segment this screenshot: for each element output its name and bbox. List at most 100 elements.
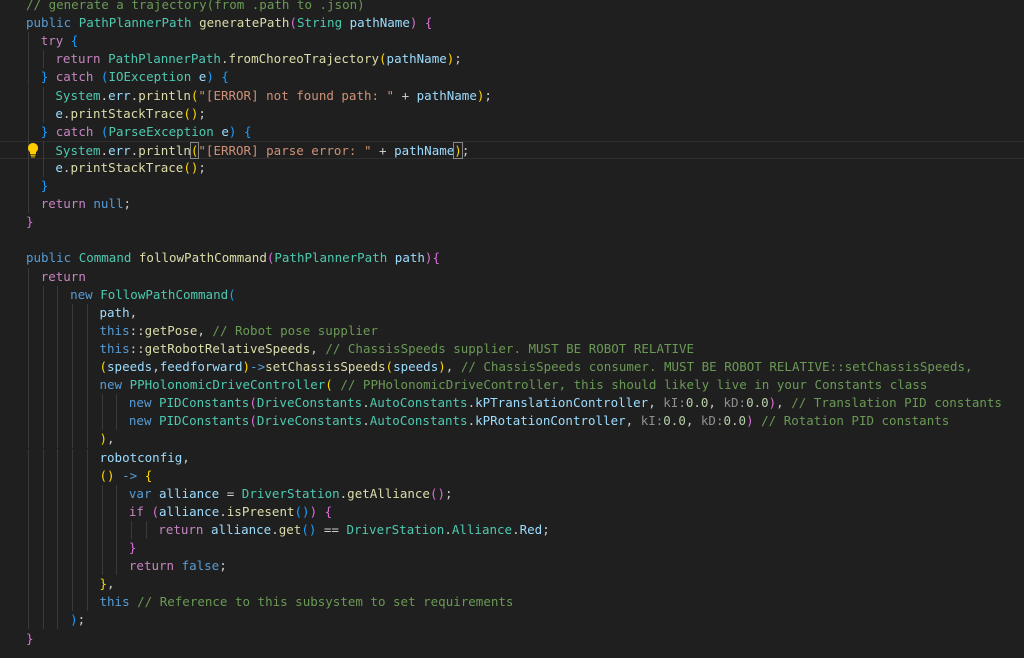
code-token: ) bbox=[70, 612, 78, 628]
indent-guide bbox=[116, 412, 118, 431]
code-line[interactable] bbox=[0, 231, 1024, 249]
code-token: catch bbox=[55, 69, 94, 85]
indent-guide bbox=[72, 430, 74, 449]
code-token: { bbox=[243, 123, 252, 139]
code-token: DriverStation bbox=[241, 485, 340, 501]
code-token: FollowPathCommand bbox=[100, 286, 229, 302]
code-line[interactable]: (speeds,feedforward)->setChassisSpeeds(s… bbox=[0, 358, 1024, 376]
code-line[interactable]: // generate a trajectory(from .path to .… bbox=[0, 0, 1024, 14]
code-token: + bbox=[371, 142, 395, 158]
code-line[interactable]: } bbox=[0, 177, 1024, 195]
code-line[interactable]: ); bbox=[0, 611, 1024, 629]
code-line[interactable]: return null; bbox=[0, 195, 1024, 213]
indent-guide bbox=[101, 539, 103, 558]
code-token: return bbox=[40, 196, 86, 212]
code-token: , bbox=[182, 449, 190, 465]
code-line[interactable]: this::getRobotRelativeSpeeds, // Chassis… bbox=[0, 340, 1024, 358]
indent-guide bbox=[28, 195, 29, 214]
lightbulb-icon[interactable] bbox=[26, 142, 40, 158]
code-token: ; bbox=[198, 105, 206, 121]
code-token: getPose bbox=[144, 322, 198, 338]
code-token: } bbox=[99, 576, 108, 592]
code-token: catch bbox=[55, 123, 94, 139]
code-line[interactable]: path, bbox=[0, 304, 1024, 322]
code-line[interactable]: }, bbox=[0, 575, 1024, 593]
code-token: = bbox=[219, 485, 242, 501]
code-line[interactable]: return alliance.get() == DriverStation.A… bbox=[0, 521, 1024, 539]
indent-guide bbox=[86, 484, 88, 503]
indent-guide bbox=[42, 50, 44, 69]
code-token: public bbox=[26, 250, 72, 266]
code-line[interactable]: public Command followPathCommand(PathPla… bbox=[0, 249, 1024, 267]
indent-guide bbox=[86, 358, 88, 377]
code-token: feedforward bbox=[159, 359, 243, 374]
code-line[interactable]: e.printStackTrace(); bbox=[0, 105, 1024, 123]
code-token: } bbox=[40, 178, 49, 193]
code-line[interactable]: this::getPose, // Robot pose supplier bbox=[0, 322, 1024, 340]
code-token: new bbox=[128, 413, 152, 429]
code-line[interactable]: ), bbox=[0, 430, 1024, 448]
indent-guide bbox=[28, 448, 29, 467]
code-token: setChassisSpeeds bbox=[265, 359, 386, 374]
code-line[interactable]: } catch (IOException e) { bbox=[0, 68, 1024, 86]
indent-guide bbox=[28, 68, 29, 87]
code-token: e bbox=[221, 123, 229, 139]
code-line[interactable]: System.err.println("[ERROR] not found pa… bbox=[0, 87, 1024, 105]
code-token: } bbox=[26, 214, 34, 230]
code-line[interactable]: new PIDConstants(DriveConstants.AutoCons… bbox=[0, 412, 1024, 430]
code-token: System bbox=[55, 142, 101, 158]
code-token: ( bbox=[183, 159, 191, 175]
code-line[interactable]: try { bbox=[0, 32, 1024, 50]
indent-guide bbox=[130, 520, 132, 539]
code-token: ( bbox=[429, 485, 438, 501]
code-token: ) bbox=[746, 413, 754, 429]
code-token: return bbox=[158, 521, 204, 537]
indent-guide bbox=[28, 321, 29, 340]
code-line[interactable]: new PIDConstants(DriveConstants.AutoCons… bbox=[0, 394, 1024, 412]
code-token: // Translation PID constants bbox=[791, 395, 1002, 411]
code-line[interactable]: new PPHolonomicDriveController( // PPHol… bbox=[0, 376, 1024, 394]
code-line[interactable]: return bbox=[0, 268, 1024, 286]
code-editor[interactable]: // generate a trajectory(from .path to .… bbox=[0, 0, 1024, 658]
code-token: ( bbox=[301, 521, 309, 537]
code-line[interactable]: var alliance = DriverStation.getAlliance… bbox=[0, 485, 1024, 503]
indent-guide bbox=[57, 376, 59, 395]
code-token: ; bbox=[219, 558, 227, 574]
code-token: kD: bbox=[700, 413, 724, 429]
indent-guide bbox=[72, 448, 74, 467]
current-code-line[interactable]: System.err.println("[ERROR] parse error:… bbox=[0, 140, 1024, 159]
indent-guide bbox=[28, 593, 29, 612]
code-line[interactable]: new FollowPathCommand( bbox=[0, 286, 1024, 304]
code-line[interactable]: () -> { bbox=[0, 467, 1024, 485]
indent-guide bbox=[86, 303, 88, 322]
code-token: String bbox=[296, 15, 343, 31]
code-line[interactable]: } bbox=[0, 539, 1024, 557]
code-token: try bbox=[40, 33, 64, 49]
code-line[interactable]: } bbox=[0, 213, 1024, 231]
code-line[interactable]: if (alliance.isPresent()) { bbox=[0, 503, 1024, 521]
code-line[interactable]: this // Reference to this subsystem to s… bbox=[0, 593, 1024, 611]
code-token: ( bbox=[249, 413, 257, 429]
code-token: getRobotRelativeSpeeds bbox=[144, 340, 311, 356]
code-line[interactable]: public PathPlannerPath generatePath(Stri… bbox=[0, 14, 1024, 32]
indent-guide bbox=[42, 140, 44, 159]
indent-guide bbox=[57, 412, 59, 431]
code-token: . bbox=[467, 395, 476, 411]
code-line[interactable]: robotconfig, bbox=[0, 449, 1024, 467]
code-line[interactable]: return false; bbox=[0, 557, 1024, 575]
indent-guide bbox=[86, 394, 88, 413]
code-line[interactable]: } catch (ParseException e) { bbox=[0, 123, 1024, 141]
code-line[interactable]: e.printStackTrace(); bbox=[0, 159, 1024, 177]
indent-guide bbox=[86, 575, 88, 594]
indent-guide bbox=[42, 593, 44, 612]
indent-guide bbox=[116, 394, 118, 413]
code-token: err bbox=[108, 142, 131, 158]
code-line[interactable]: return PathPlannerPath.fromChoreoTraject… bbox=[0, 50, 1024, 68]
code-token: ) bbox=[206, 69, 214, 85]
code-token: DriverStation bbox=[346, 521, 445, 537]
indent-guide bbox=[57, 358, 59, 377]
code-line[interactable]: } bbox=[0, 630, 1024, 648]
code-token: ; bbox=[123, 196, 132, 212]
